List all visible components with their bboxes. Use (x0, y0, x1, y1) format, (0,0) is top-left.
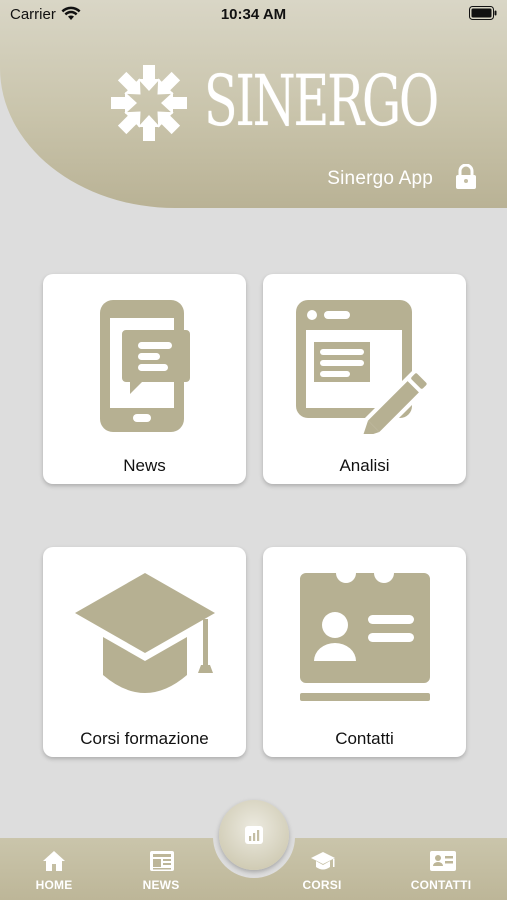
logo-wordmark: SINERGO (204, 60, 439, 142)
lock-icon[interactable] (455, 163, 477, 195)
contact-card-icon (300, 573, 430, 701)
battery-icon (469, 6, 497, 24)
nav-item-contatti[interactable]: CONTATTI (391, 838, 491, 900)
status-bar: Carrier 10:34 AM (0, 0, 507, 30)
tile-label: Contatti (335, 729, 394, 748)
chart-icon (245, 826, 263, 844)
nav-label: NEWS (142, 878, 180, 892)
tile-analisi[interactable]: Analisi (263, 274, 466, 484)
graduation-cap-icon (75, 573, 215, 693)
nav-label: HOME (35, 878, 73, 892)
newspaper-icon (150, 851, 174, 871)
sinergo-logo: SINERGO (108, 60, 439, 146)
nav-label: CORSI (302, 878, 342, 892)
phone-chat-icon (100, 300, 190, 432)
browser-edit-icon (296, 300, 432, 434)
center-chart-button[interactable] (219, 800, 289, 870)
clock: 10:34 AM (220, 6, 287, 23)
tile-corsi[interactable]: Corsi formazione (43, 547, 246, 757)
nav-item-home[interactable]: HOME (4, 838, 104, 900)
tile-news[interactable]: News (43, 274, 246, 484)
header: Carrier 10:34 AM SINERGO Sinergo App (0, 0, 507, 208)
tile-contatti[interactable]: Contatti (263, 547, 466, 757)
tile-label: News (123, 456, 166, 475)
graduation-cap-icon (311, 852, 335, 870)
app-name: Sinergo App (327, 168, 433, 189)
nav-item-news[interactable]: NEWS (111, 838, 211, 900)
tile-label: Analisi (339, 456, 390, 475)
nav-label: CONTATTI (410, 878, 472, 892)
tile-label: Corsi formazione (80, 729, 209, 748)
home-icon (43, 851, 65, 871)
contact-card-icon (430, 851, 456, 871)
logo-mark-icon (111, 65, 187, 141)
